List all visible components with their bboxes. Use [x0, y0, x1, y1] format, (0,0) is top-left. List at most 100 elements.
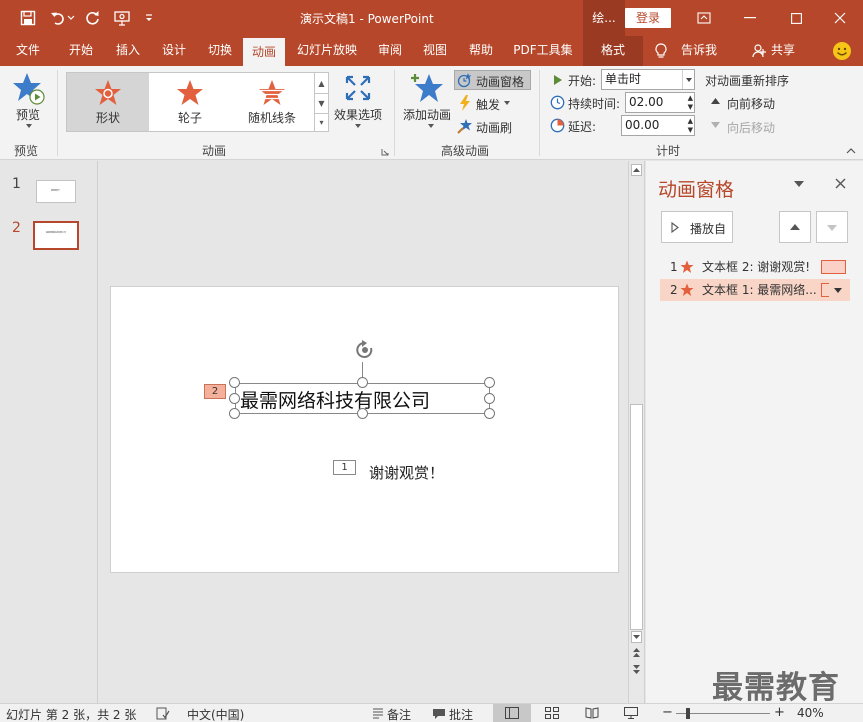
normal-view-button[interactable]: [493, 704, 531, 722]
tab-review[interactable]: 审阅: [368, 36, 412, 66]
pane-options-dropdown-icon[interactable]: [794, 181, 804, 187]
slide-canvas[interactable]: 最需网络科技有限公司 2 1 谢谢观赏！: [110, 286, 619, 573]
preview-star-icon[interactable]: [12, 72, 46, 108]
tab-view[interactable]: 视图: [413, 36, 457, 66]
ribbon-display-options-icon[interactable]: [684, 4, 724, 32]
gallery-more-icon[interactable]: ▾: [314, 113, 328, 131]
gallery-scroll-down-icon[interactable]: ▼: [314, 93, 328, 113]
collapse-ribbon-icon[interactable]: [846, 148, 856, 154]
animation-dialog-launcher-icon[interactable]: [381, 148, 389, 156]
slide-thumbnail-1[interactable]: 谢谢观赏！: [36, 180, 76, 203]
login-button[interactable]: 登录: [625, 8, 671, 28]
close-pane-icon[interactable]: [835, 178, 846, 189]
gallery-item-random-bars[interactable]: 随机线条: [231, 73, 313, 131]
add-animation-icon[interactable]: [409, 72, 445, 106]
move-up-button[interactable]: [779, 211, 811, 243]
resize-handle[interactable]: [229, 408, 240, 419]
move-earlier-button[interactable]: 向前移动: [727, 95, 775, 112]
effect-options-icon[interactable]: [343, 73, 373, 103]
tab-design[interactable]: 设计: [152, 36, 196, 66]
tab-home[interactable]: 开始: [58, 36, 104, 66]
slide-thumbnail-2[interactable]: 最需网络科技有限公司: [33, 221, 79, 250]
duration-spin-down-icon[interactable]: ▼: [688, 103, 693, 111]
undo-dropdown-icon[interactable]: [66, 8, 76, 28]
animation-list-item-selected[interactable]: 2 文本框 1: 最需网络...: [660, 279, 850, 301]
delay-input[interactable]: 00.00 ▲ ▼: [621, 115, 695, 136]
comments-button[interactable]: 批注: [449, 706, 473, 722]
undo-icon[interactable]: [48, 8, 68, 28]
tab-help[interactable]: 帮助: [459, 36, 503, 66]
from-beginning-icon[interactable]: [112, 8, 132, 28]
move-earlier-icon[interactable]: [711, 98, 720, 104]
tab-transitions[interactable]: 切换: [198, 36, 242, 66]
preview-dropdown-icon[interactable]: [26, 124, 32, 128]
down-arrow-icon: [827, 225, 837, 231]
zoom-percentage[interactable]: 40%: [797, 706, 824, 720]
resize-handle[interactable]: [229, 393, 240, 404]
tab-pdf-tools[interactable]: PDF工具集: [506, 36, 580, 66]
minimize-icon[interactable]: [730, 4, 770, 32]
gallery-item-wheel[interactable]: 轮子: [149, 73, 231, 131]
delay-spin-up-icon[interactable]: ▲: [688, 117, 693, 125]
zoom-in-button[interactable]: +: [774, 705, 785, 720]
slide-sorter-view-icon[interactable]: [545, 707, 559, 719]
customize-qat-icon[interactable]: [142, 8, 156, 28]
share-icon[interactable]: [752, 44, 766, 58]
vertical-scrollbar[interactable]: [628, 161, 645, 703]
animation-list-item[interactable]: 1 文本框 2: 谢谢观赏!: [660, 256, 850, 278]
animation-painter-label[interactable]: 动画刷: [476, 119, 512, 136]
add-animation-label[interactable]: 添加动画: [403, 106, 451, 123]
language-indicator[interactable]: 中文(中国): [187, 706, 244, 722]
zoom-slider-thumb[interactable]: [686, 708, 690, 719]
play-from-button[interactable]: 播放自: [661, 211, 733, 243]
tab-insert[interactable]: 插入: [106, 36, 150, 66]
scroll-up-icon[interactable]: [631, 164, 642, 176]
subtitle-text[interactable]: 谢谢观赏！: [369, 462, 444, 483]
preview-button-label[interactable]: 预览: [16, 106, 40, 123]
tab-format[interactable]: 格式: [587, 36, 639, 66]
add-animation-dropdown-icon[interactable]: [428, 124, 434, 128]
drawing-tools-context[interactable]: 绘...: [583, 0, 625, 36]
scroll-down-icon[interactable]: [631, 631, 642, 643]
slideshow-view-icon[interactable]: [624, 707, 638, 719]
gallery-item-shape[interactable]: 形状: [67, 73, 149, 131]
start-select[interactable]: 单击时: [601, 69, 695, 90]
animation-order-tag[interactable]: 1: [333, 460, 356, 475]
delay-spin-down-icon[interactable]: ▼: [688, 126, 693, 134]
tab-animations[interactable]: 动画: [243, 36, 285, 66]
effect-options-dropdown-icon[interactable]: [355, 124, 361, 128]
duration-spin-up-icon[interactable]: ▲: [688, 94, 693, 102]
save-icon[interactable]: [18, 8, 38, 28]
resize-handle[interactable]: [484, 377, 495, 388]
duration-input[interactable]: 02.00 ▲ ▼: [625, 92, 695, 113]
tab-file[interactable]: 文件: [4, 36, 52, 66]
next-slide-icon[interactable]: [632, 664, 641, 676]
item-dropdown-icon[interactable]: [834, 288, 842, 293]
zoom-out-button[interactable]: −: [662, 705, 673, 720]
notes-button[interactable]: 备注: [387, 706, 411, 722]
start-select-dropdown-icon[interactable]: [682, 70, 694, 89]
redo-icon[interactable]: [83, 8, 103, 28]
trigger-label[interactable]: 触发: [476, 96, 500, 113]
smiley-feedback-icon[interactable]: [832, 41, 852, 61]
gallery-scroll-up-icon[interactable]: ▲: [314, 73, 328, 93]
trigger-dropdown-icon[interactable]: [504, 101, 510, 105]
tell-me-box[interactable]: 告诉我: [676, 36, 722, 66]
resize-handle[interactable]: [357, 377, 368, 388]
zoom-slider-track[interactable]: [676, 713, 770, 714]
resize-handle[interactable]: [357, 408, 368, 419]
maximize-icon[interactable]: [776, 4, 816, 32]
scroll-thumb[interactable]: [630, 404, 643, 630]
previous-slide-icon[interactable]: [632, 647, 641, 659]
tab-slideshow[interactable]: 幻灯片放映: [290, 36, 364, 66]
effect-options-label[interactable]: 效果选项: [334, 106, 382, 123]
spelling-check-icon[interactable]: [156, 707, 170, 720]
share-button[interactable]: 共享: [768, 36, 798, 66]
resize-handle[interactable]: [484, 408, 495, 419]
resize-handle[interactable]: [484, 393, 495, 404]
resize-handle[interactable]: [229, 377, 240, 388]
close-icon[interactable]: [820, 4, 860, 32]
rotate-handle-icon[interactable]: [353, 340, 377, 362]
animation-order-tag[interactable]: 2: [204, 384, 226, 399]
reading-view-icon[interactable]: [585, 707, 599, 719]
